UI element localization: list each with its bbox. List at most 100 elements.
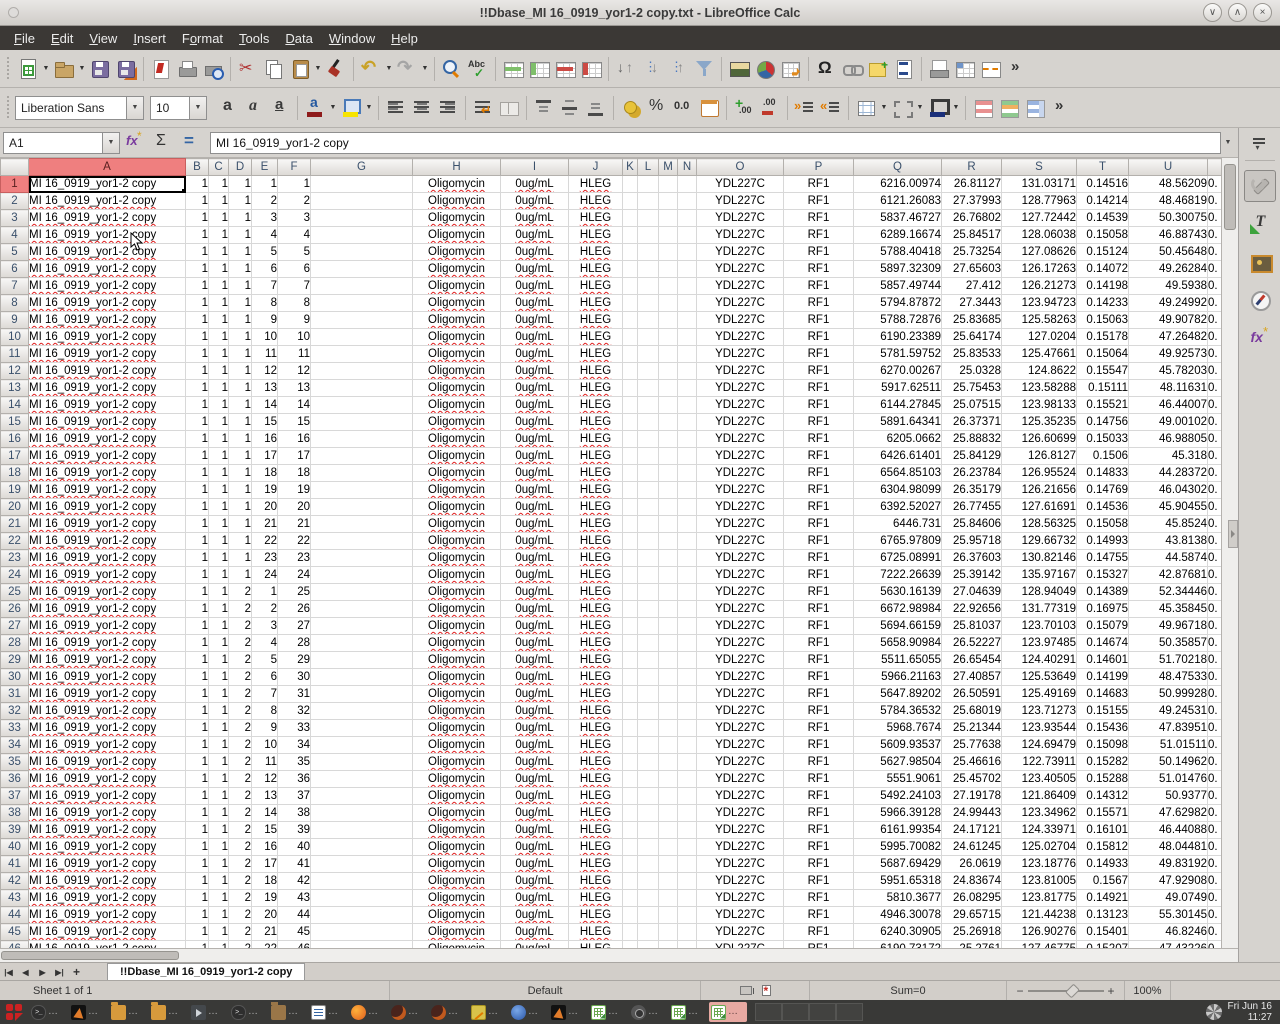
cell-S36[interactable]: 123.40505 [1002,771,1077,788]
row-header-12[interactable]: 12 [1,363,29,380]
cell-K24[interactable] [623,567,638,584]
cell-E35[interactable]: 11 [252,754,278,771]
cell-N17[interactable] [678,448,697,465]
cell-R34[interactable]: 25.77638 [942,737,1002,754]
cell-H36[interactable]: Oligomycin [413,771,501,788]
column-header-B[interactable]: B [186,159,209,176]
cell-K45[interactable] [623,924,638,941]
cell-O5[interactable]: YDL227C [697,244,784,261]
cell-L7[interactable] [638,278,659,295]
cell-F23[interactable]: 23 [278,550,311,567]
cell-D15[interactable]: 1 [229,414,252,431]
cell-I8[interactable]: 0ug/mL [501,295,569,312]
headers-footers-button[interactable] [891,55,917,83]
cell-Q8[interactable]: 5794.87872 [854,295,942,312]
cell-Q27[interactable]: 5694.66159 [854,618,942,635]
cell-Q28[interactable]: 5658.90984 [854,635,942,652]
cell-Q40[interactable]: 5995.70082 [854,839,942,856]
date-format-button[interactable] [696,94,722,122]
column-header-H[interactable]: H [413,159,501,176]
cell-K34[interactable] [623,737,638,754]
workspace-2[interactable] [782,1003,809,1021]
cell-O44[interactable]: YDL227C [697,907,784,924]
cell-I40[interactable]: 0ug/mL [501,839,569,856]
cell-U26[interactable]: 45.35845 [1129,601,1208,618]
cell-M18[interactable] [659,465,678,482]
cell-R12[interactable]: 25.0328 [942,363,1002,380]
cell-D21[interactable]: 1 [229,516,252,533]
cell-A20[interactable]: MI 16_0919_yor1-2 copy [29,499,186,516]
cell-E41[interactable]: 17 [252,856,278,873]
cell-E18[interactable]: 18 [252,465,278,482]
cell-L31[interactable] [638,686,659,703]
cell-E42[interactable]: 18 [252,873,278,890]
cell-G19[interactable] [311,482,413,499]
cell-H26[interactable]: Oligomycin [413,601,501,618]
cell-K19[interactable] [623,482,638,499]
menu-format[interactable]: Format [174,28,231,49]
cell-A5[interactable]: MI 16_0919_yor1-2 copy [29,244,186,261]
cell-F33[interactable]: 33 [278,720,311,737]
cell-K25[interactable] [623,584,638,601]
cell-H42[interactable]: Oligomycin [413,873,501,890]
cell-B35[interactable]: 1 [186,754,209,771]
cell-J45[interactable]: HLEG [569,924,623,941]
cell-V25[interactable]: 0. [1208,584,1222,601]
cell-I10[interactable]: 0ug/mL [501,329,569,346]
cell-E5[interactable]: 5 [252,244,278,261]
cell-G33[interactable] [311,720,413,737]
cell-Q38[interactable]: 5966.39128 [854,805,942,822]
workspace-4[interactable] [836,1003,863,1021]
cell-K27[interactable] [623,618,638,635]
cell-V45[interactable]: 0. [1208,924,1222,941]
cell-D11[interactable]: 1 [229,346,252,363]
cell-N30[interactable] [678,669,697,686]
cell-L33[interactable] [638,720,659,737]
cell-T31[interactable]: 0.14683 [1077,686,1129,703]
menu-edit[interactable]: Edit [43,28,81,49]
cell-G28[interactable] [311,635,413,652]
cell-V36[interactable]: 0. [1208,771,1222,788]
cell-E6[interactable]: 6 [252,261,278,278]
cell-K28[interactable] [623,635,638,652]
cell-M3[interactable] [659,210,678,227]
cell-D36[interactable]: 2 [229,771,252,788]
cell-V28[interactable]: 0. [1208,635,1222,652]
cell-M16[interactable] [659,431,678,448]
taskbar-window-terminal[interactable]: … [29,1002,67,1022]
align-center-button[interactable] [409,94,435,122]
cell-C24[interactable]: 1 [209,567,229,584]
cell-H46[interactable]: Oligomycin [413,941,501,949]
cell-R40[interactable]: 24.61245 [942,839,1002,856]
cell-T15[interactable]: 0.14756 [1077,414,1129,431]
cell-E14[interactable]: 14 [252,397,278,414]
cell-N34[interactable] [678,737,697,754]
cell-L39[interactable] [638,822,659,839]
cell-S11[interactable]: 125.47661 [1002,346,1077,363]
cell-Q14[interactable]: 6144.27845 [854,397,942,414]
row-header-41[interactable]: 41 [1,856,29,873]
cell-P35[interactable]: RF1 [784,754,854,771]
cell-D45[interactable]: 2 [229,924,252,941]
cell-E43[interactable]: 19 [252,890,278,907]
cell-E33[interactable]: 9 [252,720,278,737]
zoom-slider-thumb[interactable] [1065,983,1080,998]
cell-B4[interactable]: 1 [186,227,209,244]
column-header-J[interactable]: J [569,159,623,176]
cell-A3[interactable]: MI 16_0919_yor1-2 copy [29,210,186,227]
row-header-40[interactable]: 40 [1,839,29,856]
cell-U24[interactable]: 42.87681 [1129,567,1208,584]
cell-H28[interactable]: Oligomycin [413,635,501,652]
cell-A17[interactable]: MI 16_0919_yor1-2 copy [29,448,186,465]
cell-K29[interactable] [623,652,638,669]
cell-L2[interactable] [638,193,659,210]
cell-O21[interactable]: YDL227C [697,516,784,533]
cell-E45[interactable]: 21 [252,924,278,941]
cell-T6[interactable]: 0.14072 [1077,261,1129,278]
cell-Q46[interactable]: 6190.73172 [854,941,942,949]
cell-T30[interactable]: 0.14199 [1077,669,1129,686]
cell-H18[interactable]: Oligomycin [413,465,501,482]
taskbar-window-screenshot[interactable]: … [629,1002,667,1022]
add-sheet-button[interactable]: + [68,964,85,980]
cell-U18[interactable]: 44.28372 [1129,465,1208,482]
